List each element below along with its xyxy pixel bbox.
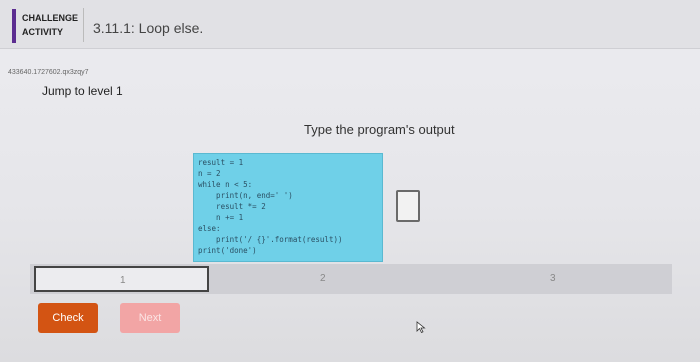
jump-to-level-link[interactable]: Jump to level 1: [42, 84, 123, 98]
code-line: print('/ {}'.format(result)): [198, 235, 343, 244]
level-number: 1: [120, 275, 126, 286]
code-block: result = 1 n = 2 while n < 5: print(n, e…: [193, 153, 383, 262]
level-number: 2: [320, 273, 326, 284]
accent-stripe: [12, 9, 16, 43]
code-line: else:: [198, 224, 221, 233]
level-segment-2[interactable]: 2: [213, 266, 436, 292]
code-line: print(n, end=' '): [198, 191, 293, 200]
code-line: print('done'): [198, 246, 257, 255]
level-number: 3: [550, 273, 556, 284]
level-segment-1[interactable]: 1: [34, 266, 209, 292]
activity-code-id: 433640.1727602.qx3zqy7: [8, 69, 89, 76]
mouse-cursor-icon: [416, 321, 426, 333]
activity-header: CHALLENGE ACTIVITY 3.11.1: Loop else.: [0, 0, 700, 49]
code-line: while n < 5:: [198, 180, 253, 189]
output-prompt: Type the program's output: [304, 122, 455, 137]
activity-title: 3.11.1: Loop else.: [93, 20, 204, 36]
code-line: n = 2: [198, 169, 221, 178]
next-button[interactable]: Next: [120, 303, 180, 333]
code-line: n += 1: [198, 213, 244, 222]
code-line: result *= 2: [198, 202, 266, 211]
badge-line-1: CHALLENGE: [22, 13, 78, 23]
level-progress-bar: 1 2 3: [30, 264, 672, 294]
header-divider: [83, 8, 84, 42]
output-answer-input[interactable]: [396, 190, 420, 222]
level-segment-3[interactable]: 3: [440, 266, 668, 292]
badge-line-2: ACTIVITY: [22, 27, 64, 37]
check-button[interactable]: Check: [38, 303, 98, 333]
challenge-activity-badge: CHALLENGE ACTIVITY: [22, 11, 78, 39]
code-line: result = 1: [198, 158, 244, 167]
